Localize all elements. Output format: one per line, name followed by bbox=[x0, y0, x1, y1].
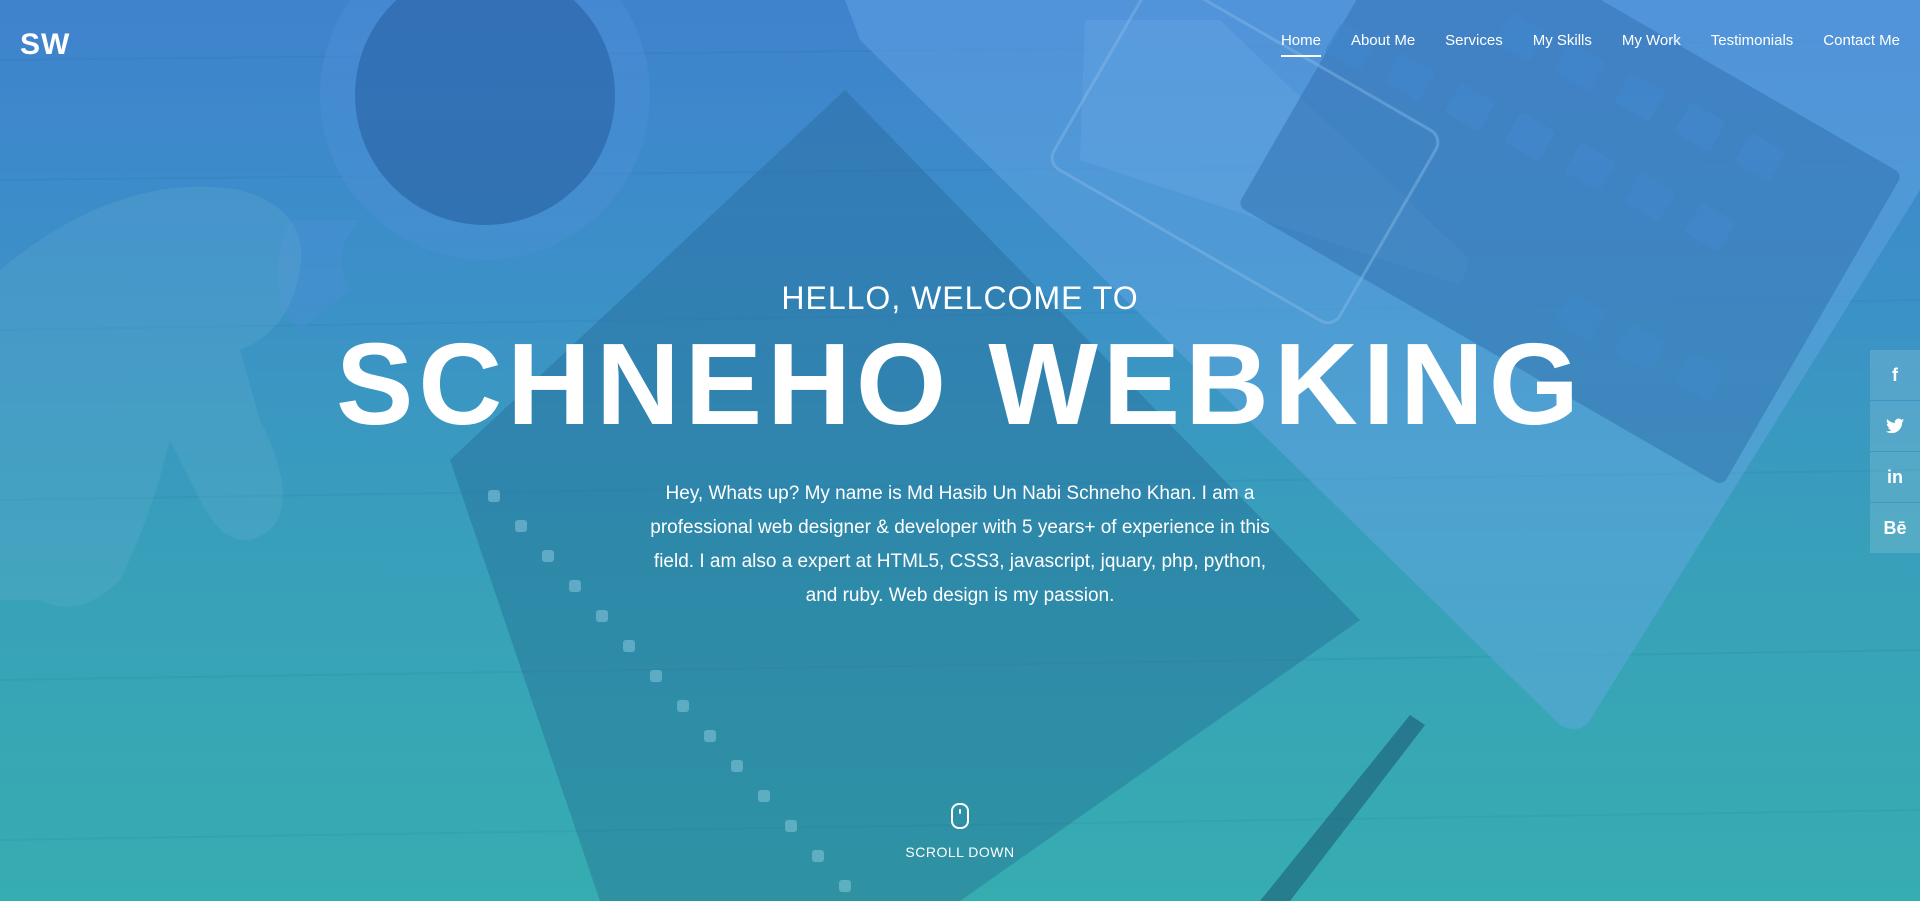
twitter-icon bbox=[1886, 418, 1904, 434]
nav-item-my-work[interactable]: My Work bbox=[1622, 32, 1681, 57]
hero-content: HELLO, WELCOME TO SCHNEHO WEBKING Hey, W… bbox=[0, 280, 1920, 613]
facebook-icon: f bbox=[1892, 364, 1898, 385]
site-logo[interactable]: SW bbox=[20, 28, 70, 62]
mouse-icon bbox=[951, 803, 969, 829]
behance-icon: Bē bbox=[1883, 517, 1907, 538]
nav-item-about-me[interactable]: About Me bbox=[1351, 32, 1415, 57]
hero-title: SCHNEHO WEBKING bbox=[336, 319, 1584, 449]
linkedin-icon: in bbox=[1887, 466, 1903, 487]
intro-paragraph: Hey, Whats up? My name is Md Hasib Un Na… bbox=[650, 482, 1270, 606]
nav-item-testimonials[interactable]: Testimonials bbox=[1711, 32, 1794, 57]
nav-item-services[interactable]: Services bbox=[1445, 32, 1503, 57]
facebook-button[interactable]: f bbox=[1870, 350, 1920, 400]
hero-section: SW Home About Me Services My Skills My W… bbox=[0, 0, 1920, 901]
nav-item-my-skills[interactable]: My Skills bbox=[1533, 32, 1592, 57]
nav-item-home[interactable]: Home bbox=[1280, 32, 1321, 57]
linkedin-button[interactable]: in bbox=[1870, 452, 1920, 502]
behance-button[interactable]: Bē bbox=[1870, 503, 1920, 553]
scroll-down[interactable]: SCROLL DOWN bbox=[0, 803, 1920, 860]
twitter-button[interactable] bbox=[1870, 401, 1920, 451]
nav-item-contact-me[interactable]: Contact Me bbox=[1823, 32, 1900, 57]
scroll-down-label[interactable]: SCROLL DOWN bbox=[0, 844, 1920, 860]
main-navigation: Home About Me Services My Skills My Work… bbox=[1251, 32, 1900, 57]
welcome-subtitle: HELLO, WELCOME TO bbox=[781, 280, 1139, 316]
social-links: f in Bē bbox=[1870, 350, 1920, 554]
